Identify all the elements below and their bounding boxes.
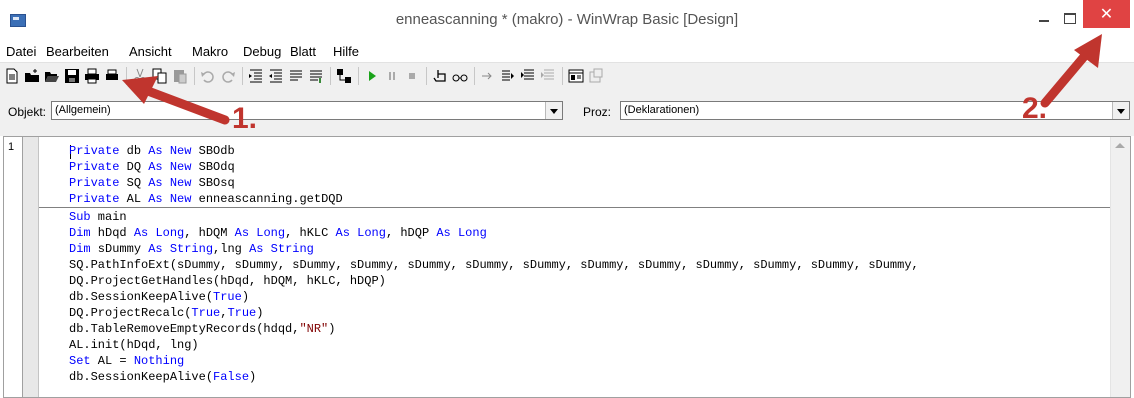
code-line[interactable]: db.TableRemoveEmptyRecords(hdqd,"NR")	[69, 321, 335, 337]
new-file-icon[interactable]	[4, 68, 20, 84]
proc-dropdown[interactable]: (Deklarationen)	[620, 101, 1130, 120]
pause-icon[interactable]	[384, 68, 400, 84]
proc-dropdown-value: (Deklarationen)	[624, 104, 700, 116]
indent-icon[interactable]	[248, 68, 264, 84]
dialog-editor-icon[interactable]	[568, 68, 584, 84]
menu-ansicht[interactable]: Ansicht	[129, 44, 172, 59]
annotation-label-1: 1.	[232, 102, 258, 135]
code-line[interactable]: Sub main	[69, 209, 127, 225]
menu-datei[interactable]: Datei	[6, 44, 36, 59]
code-area[interactable]: Private db As New SBOdb Private DQ As Ne…	[39, 137, 1110, 397]
code-line[interactable]: Dim hDqd As Long, hDQM As Long, hKLC As …	[69, 225, 487, 241]
toolbar	[0, 62, 1134, 92]
object-label: Objekt:	[8, 105, 47, 119]
print-icon[interactable]	[104, 68, 120, 84]
menu-debug[interactable]: Debug	[243, 44, 281, 59]
menu-blatt[interactable]: Blatt	[290, 44, 316, 59]
uncomment-icon[interactable]	[308, 68, 324, 84]
chevron-down-icon[interactable]	[545, 102, 562, 119]
toolbar-separator	[474, 67, 475, 85]
menu-bearbeiten[interactable]: Bearbeiten	[46, 44, 109, 59]
chevron-down-icon[interactable]	[1112, 102, 1129, 119]
breakpoint-margin[interactable]	[23, 137, 39, 397]
code-editor[interactable]: 1 Private db As New SBOdb Private DQ As …	[3, 136, 1131, 398]
code-line[interactable]: Private SQ As New SBOsq	[69, 175, 235, 191]
scroll-up-arrow-icon[interactable]	[1115, 143, 1125, 148]
code-line[interactable]: DQ.ProjectRecalc(True,True)	[69, 305, 263, 321]
step-out-icon[interactable]	[520, 68, 536, 84]
code-line[interactable]: db.SessionKeepAlive(True)	[69, 289, 249, 305]
new-folder-icon[interactable]	[24, 68, 40, 84]
code-line[interactable]: AL.init(hDqd, lng)	[69, 337, 199, 353]
code-line[interactable]: Set AL = Nothing	[69, 353, 184, 369]
line-number-gutter: 1	[4, 137, 23, 397]
toolbar-separator	[126, 67, 127, 85]
step-over-icon[interactable]	[500, 68, 516, 84]
code-line[interactable]: Dim sDummy As String,lng As String	[69, 241, 314, 257]
toolbar-separator	[358, 67, 359, 85]
minimize-button[interactable]	[1031, 8, 1057, 28]
properties-icon[interactable]	[588, 68, 604, 84]
procedure-separator	[39, 207, 1110, 208]
toggle-breakpoint-icon[interactable]	[432, 68, 448, 84]
undo-icon[interactable]	[200, 68, 216, 84]
step-into-icon[interactable]	[480, 68, 496, 84]
quick-watch-icon[interactable]	[452, 68, 468, 84]
open-icon[interactable]	[44, 68, 60, 84]
maximize-button[interactable]	[1057, 8, 1083, 28]
annotation-label-2: 2.	[1022, 92, 1048, 125]
vertical-scrollbar[interactable]	[1110, 137, 1130, 397]
selector-row: Objekt: (Allgemein) Proz: (Deklarationen…	[0, 91, 1134, 136]
toolbar-separator	[242, 67, 243, 85]
menu-hilfe[interactable]: Hilfe	[333, 44, 359, 59]
step-back-icon[interactable]	[540, 68, 556, 84]
outdent-icon[interactable]	[268, 68, 284, 84]
cut-icon[interactable]	[132, 68, 148, 84]
print-all-icon[interactable]	[84, 68, 100, 84]
stop-icon[interactable]	[404, 68, 420, 84]
code-line[interactable]: db.SessionKeepAlive(False)	[69, 369, 256, 385]
references-icon[interactable]	[336, 68, 352, 84]
object-dropdown[interactable]: (Allgemein)	[51, 101, 563, 120]
toolbar-separator	[194, 67, 195, 85]
menu-bar: Datei Bearbeiten Ansicht Makro Debug Bla…	[0, 40, 1134, 62]
toolbar-separator	[562, 67, 563, 85]
proc-label: Proz:	[583, 105, 612, 119]
line-number: 1	[8, 141, 15, 153]
save-icon[interactable]	[64, 68, 80, 84]
object-dropdown-value: (Allgemein)	[55, 104, 111, 116]
toolbar-separator	[426, 67, 427, 85]
run-icon[interactable]	[364, 68, 380, 84]
copy-icon[interactable]	[152, 68, 168, 84]
code-line[interactable]: SQ.PathInfoExt(sDummy, sDummy, sDummy, s…	[69, 257, 919, 273]
comment-icon[interactable]	[288, 68, 304, 84]
redo-icon[interactable]	[220, 68, 236, 84]
paste-icon[interactable]	[172, 68, 188, 84]
code-line[interactable]: Private db As New SBOdb	[69, 143, 235, 159]
toolbar-separator	[330, 67, 331, 85]
code-line[interactable]: DQ.ProjectGetHandles(hDqd, hDQM, hKLC, h…	[69, 273, 386, 289]
menu-makro[interactable]: Makro	[192, 44, 228, 59]
title-bar: enneascanning * (makro) - WinWrap Basic …	[0, 0, 1134, 40]
code-line[interactable]: Private DQ As New SBOdq	[69, 159, 235, 175]
window-title: enneascanning * (makro) - WinWrap Basic …	[395, 11, 739, 28]
close-button[interactable]: ✕	[1083, 0, 1130, 28]
code-line[interactable]: Private AL As New enneascanning.getDQD	[69, 191, 343, 207]
